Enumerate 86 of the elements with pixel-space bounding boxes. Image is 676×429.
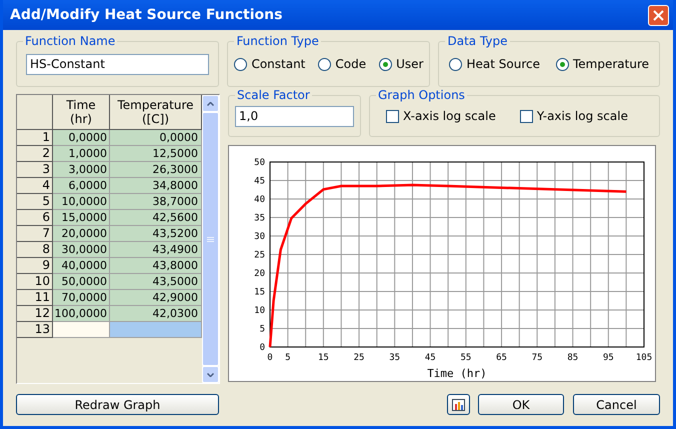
x-tick-label: 55 xyxy=(460,353,472,363)
scale-factor-field[interactable]: 1,0 xyxy=(235,106,354,126)
y-tick-label: 35 xyxy=(254,214,265,224)
cancel-button[interactable]: Cancel xyxy=(573,394,660,415)
table-cell[interactable]: 42,5600 xyxy=(110,210,202,226)
table-cell[interactable]: 43,5200 xyxy=(110,226,202,242)
x-tick-label: 25 xyxy=(354,353,364,363)
table-cell[interactable]: 34,8000 xyxy=(110,178,202,194)
y-tick-label: 15 xyxy=(254,288,265,298)
table-cell[interactable]: 100,0000 xyxy=(53,306,110,322)
radio-option[interactable]: Code xyxy=(318,55,366,73)
row-header: 2 xyxy=(17,146,53,162)
bar-chart-icon xyxy=(452,398,465,410)
checkbox-option[interactable]: X-axis log scale xyxy=(386,107,496,125)
radio-option[interactable]: Heat Source xyxy=(449,55,540,73)
table-cell[interactable]: 1,0000 xyxy=(53,146,110,162)
x-tick-label: 15 xyxy=(318,353,329,363)
x-axis-title: Time (hr) xyxy=(427,367,487,380)
radio-option[interactable]: Constant xyxy=(234,55,306,73)
table-cell[interactable]: 40,0000 xyxy=(53,258,110,274)
row-header: 4 xyxy=(17,178,53,194)
group-label: Data Type xyxy=(445,33,510,49)
radio-option[interactable]: Temperature xyxy=(556,55,649,73)
row-header: 1 xyxy=(17,130,53,146)
ok-button[interactable]: OK xyxy=(478,394,564,415)
x-tick-label: 65 xyxy=(496,353,507,363)
table-cell[interactable]: 50,0000 xyxy=(53,274,110,290)
row-header: 9 xyxy=(17,258,53,274)
table-cell[interactable]: 12,5000 xyxy=(110,146,202,162)
scroll-up-button[interactable] xyxy=(202,95,219,112)
table-cell[interactable] xyxy=(53,322,110,338)
table-cell[interactable]: 70,0000 xyxy=(53,290,110,306)
row-header: 12 xyxy=(17,306,53,322)
row-header: 10 xyxy=(17,274,53,290)
table-cell[interactable]: 30,0000 xyxy=(53,242,110,258)
table-cell[interactable]: 38,7000 xyxy=(110,194,202,210)
y-tick-label: 20 xyxy=(254,269,265,279)
radio-option[interactable]: User xyxy=(379,55,424,73)
close-icon xyxy=(653,10,664,20)
row-header: 8 xyxy=(17,242,53,258)
function-name-field[interactable]: HS-Constant xyxy=(26,54,210,74)
table-cell[interactable]: 42,0300 xyxy=(110,306,202,322)
table-cell[interactable]: 3,0000 xyxy=(53,162,110,178)
x-tick-label: 0 xyxy=(267,353,273,363)
table-cell[interactable]: 20,0000 xyxy=(53,226,110,242)
y-tick-label: 10 xyxy=(254,306,265,316)
x-tick-label: 85 xyxy=(567,353,578,363)
table-cell[interactable]: 15,0000 xyxy=(53,210,110,226)
row-header: 3 xyxy=(17,162,53,178)
redraw-graph-button[interactable]: Redraw Graph xyxy=(16,394,219,415)
y-tick-label: 25 xyxy=(254,250,265,260)
y-tick-label: 45 xyxy=(254,176,265,186)
y-tick-label: 30 xyxy=(254,232,265,242)
x-tick-label: 95 xyxy=(602,353,614,363)
table-cell[interactable]: 26,3000 xyxy=(110,162,202,178)
close-button[interactable] xyxy=(648,4,669,26)
table-cell[interactable]: 0,0000 xyxy=(53,130,110,146)
y-tick-label: 0 xyxy=(260,343,265,353)
x-tick-label: 45 xyxy=(424,353,436,363)
chart-button[interactable] xyxy=(447,394,470,415)
row-header: 6 xyxy=(17,210,53,226)
group-label: Graph Options xyxy=(376,87,467,103)
table-cell[interactable]: 10,0000 xyxy=(53,194,110,210)
row-header: 13 xyxy=(17,322,53,338)
row-header: 5 xyxy=(17,194,53,210)
x-tick-label: 105 xyxy=(636,353,652,363)
row-header: 11 xyxy=(17,290,53,306)
y-tick-label: 50 xyxy=(254,158,265,168)
scroll-down-button[interactable] xyxy=(202,366,219,383)
table-cell[interactable]: 43,5000 xyxy=(110,274,202,290)
checkbox-option[interactable]: Y-axis log scale xyxy=(520,107,628,125)
grip-icon xyxy=(207,236,214,242)
group-label: Function Type xyxy=(234,33,321,49)
table-cell[interactable]: 6,0000 xyxy=(53,178,110,194)
y-tick-label: 40 xyxy=(254,195,265,205)
x-tick-label: 5 xyxy=(285,353,291,363)
x-tick-label: 35 xyxy=(389,353,400,363)
row-header: 7 xyxy=(17,226,53,242)
table-cell[interactable]: 43,4900 xyxy=(110,242,202,258)
table-cell[interactable] xyxy=(110,322,202,338)
table-cell[interactable]: 42,9000 xyxy=(110,290,202,306)
x-tick-label: 75 xyxy=(532,353,543,363)
y-tick-label: 5 xyxy=(260,324,265,334)
window-title: Add/Modify Heat Source Functions xyxy=(10,6,282,24)
table-cell[interactable]: 0,0000 xyxy=(110,130,202,146)
table-cell[interactable]: 43,8000 xyxy=(110,258,202,274)
